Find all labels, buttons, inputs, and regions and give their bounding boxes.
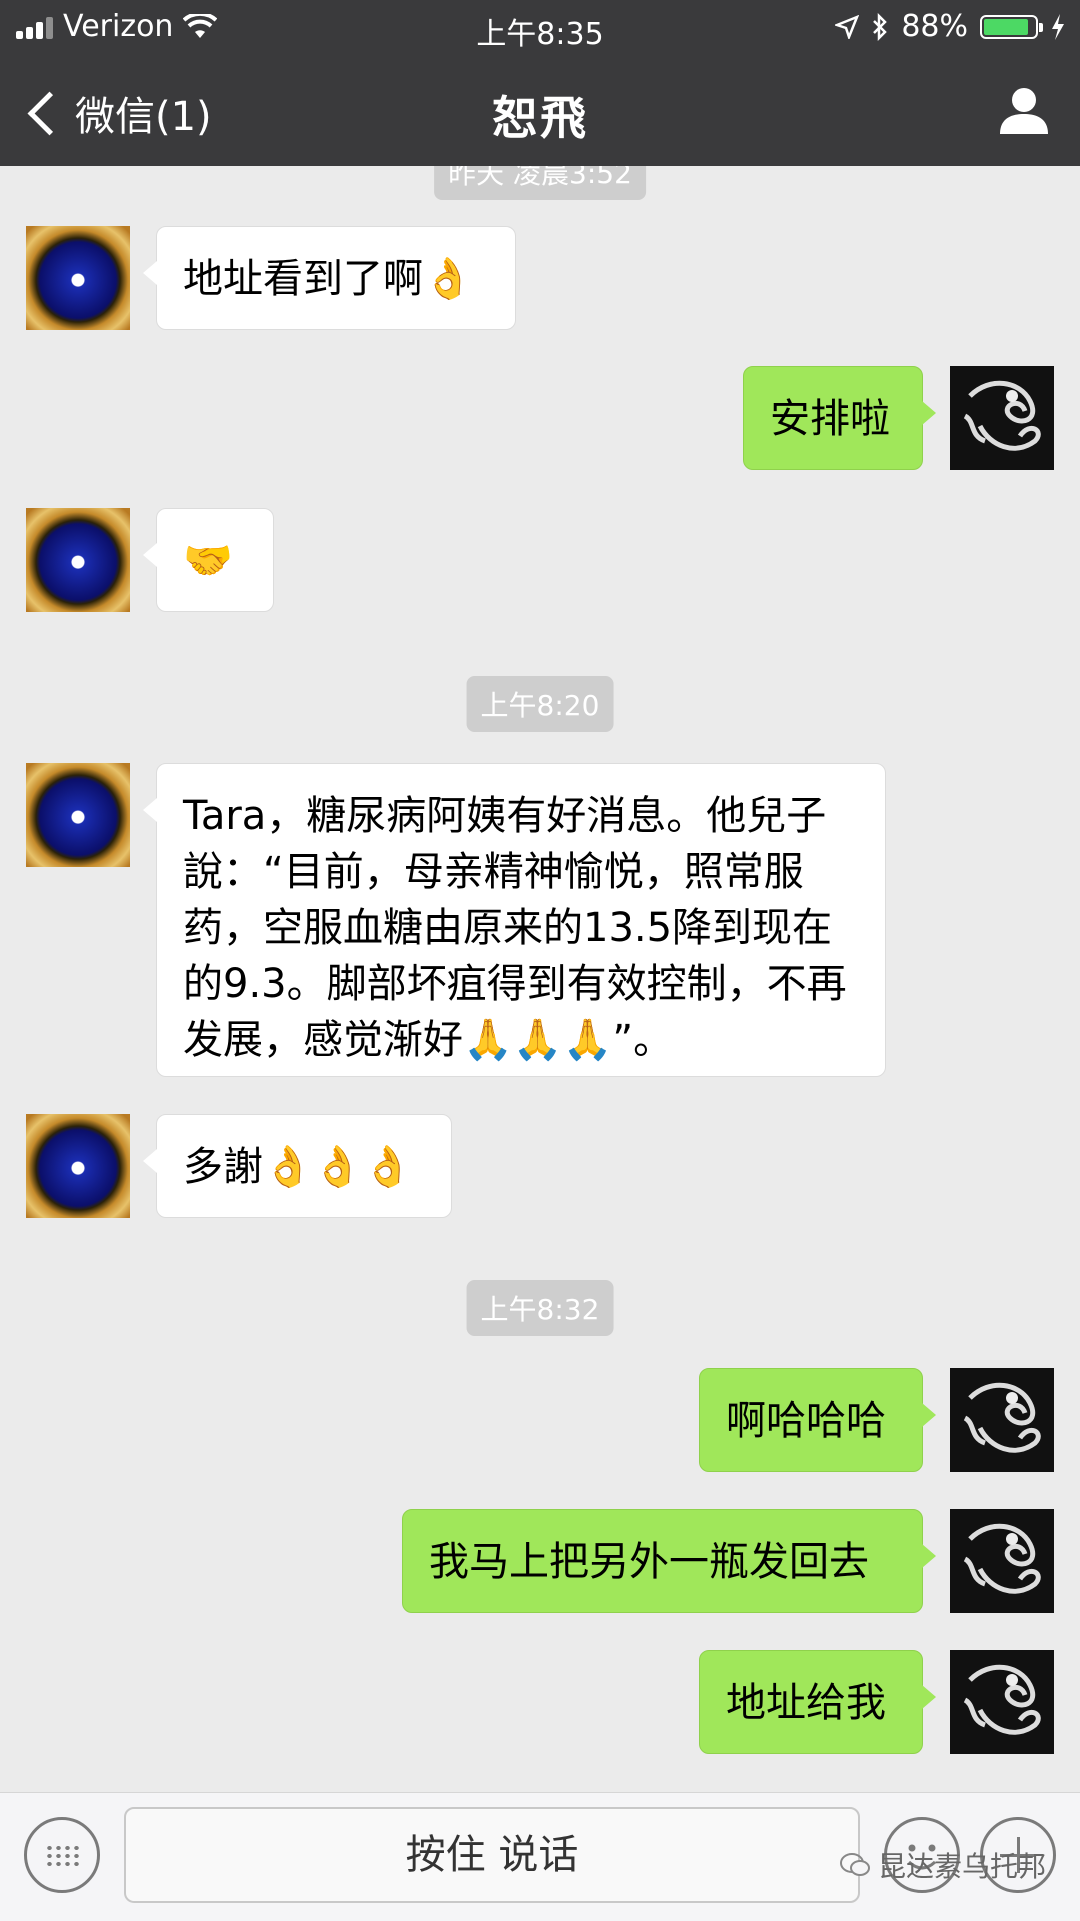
timestamp-partial: 昨天 凌晨3:52 xyxy=(434,166,646,200)
dragon-avatar-image xyxy=(963,380,1041,451)
contact-avatar[interactable] xyxy=(26,508,130,612)
hold-to-talk-button[interactable]: 按住 说话 xyxy=(124,1807,860,1903)
wechat-icon xyxy=(839,1853,870,1876)
my-avatar[interactable] xyxy=(950,366,1054,470)
watermark: 昆达素乌托邦 xyxy=(839,1845,1046,1885)
dragon-avatar-image xyxy=(963,1523,1041,1594)
message-bubble-in[interactable]: Tara，糖尿病阿姨有好消息。他兒子說：“目前，母亲精神愉悦，照常服药，空服血糖… xyxy=(143,763,886,1077)
contact-avatar[interactable] xyxy=(26,1114,130,1218)
profile-icon[interactable] xyxy=(996,82,1052,138)
dragon-avatar-image xyxy=(963,1664,1041,1735)
message-bubble-out[interactable]: 安排啦 xyxy=(743,366,936,470)
chat-title: 恕飛 xyxy=(492,91,588,145)
timestamp: 上午8:32 xyxy=(466,1280,614,1336)
status-bar: Verizon 上午8:35 88% xyxy=(0,0,1080,56)
timestamp: 上午8:20 xyxy=(466,676,614,732)
message-bubble-out[interactable]: 我马上把另外一瓶发回去 xyxy=(402,1509,936,1613)
location-icon xyxy=(835,14,860,39)
message-bubble-in[interactable]: 多謝👌👌👌 xyxy=(143,1114,452,1218)
message-bubble-out[interactable]: 啊哈哈哈 xyxy=(699,1368,936,1472)
battery-percent: 88% xyxy=(901,9,968,44)
my-avatar[interactable] xyxy=(950,1650,1054,1754)
dragon-avatar-image xyxy=(963,1382,1041,1453)
battery-fill xyxy=(984,18,1028,35)
battery-icon xyxy=(980,14,1043,39)
bluetooth-icon xyxy=(873,12,888,41)
contact-avatar[interactable] xyxy=(26,763,130,867)
my-avatar[interactable] xyxy=(950,1509,1054,1613)
status-right: 88% xyxy=(835,9,1066,44)
message-bubble-in[interactable]: 🤝 xyxy=(143,508,274,612)
message-bubble-in[interactable]: 地址看到了啊👌 xyxy=(143,226,516,330)
message-bubble-out[interactable]: 地址给我 xyxy=(699,1650,936,1754)
contact-avatar[interactable] xyxy=(26,226,130,330)
keyboard-toggle-button[interactable] xyxy=(24,1817,100,1893)
keyboard-icon xyxy=(45,1844,79,1866)
nav-bar: 微信(1) 恕飛 xyxy=(0,56,1080,166)
my-avatar[interactable] xyxy=(950,1368,1054,1472)
watermark-text: 昆达素乌托邦 xyxy=(877,1850,1046,1883)
charging-icon xyxy=(1052,13,1064,40)
chat-area[interactable]: 昨天 凌晨3:52 地址看到了啊👌 安排啦 🤝 上午8:20 Tara，糖尿病阿… xyxy=(0,166,1080,1792)
